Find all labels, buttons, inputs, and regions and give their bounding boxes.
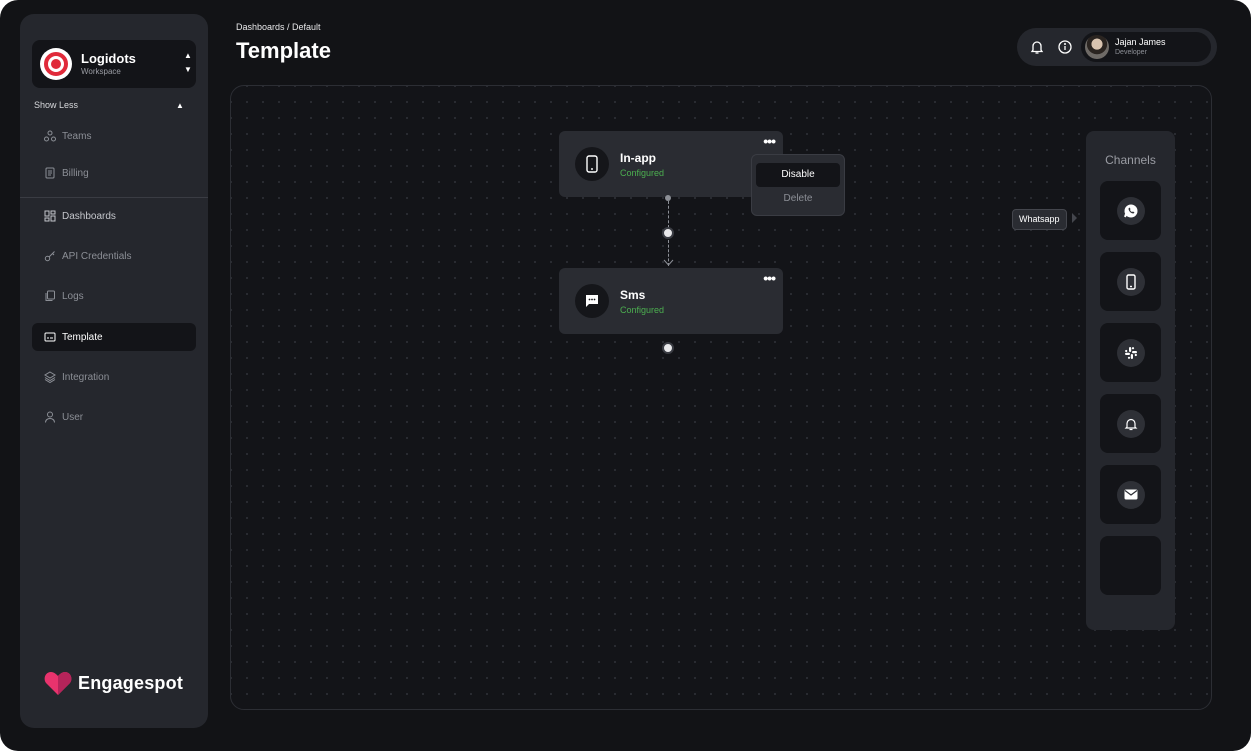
tooltip-tail <box>1072 213 1077 223</box>
breadcrumb: Dashboards / Default <box>236 22 321 32</box>
channel-email[interactable] <box>1100 465 1161 524</box>
template-icon <box>44 332 56 342</box>
billing-icon <box>45 167 55 179</box>
user-name: Jajan James <box>1115 37 1166 47</box>
delete-menu-item[interactable]: Delete <box>756 193 840 204</box>
more-options-icon[interactable]: ••• <box>763 133 776 149</box>
phone-icon <box>1116 267 1145 296</box>
workspace-switcher[interactable]: Logidots Workspace ▲ ▼ <box>32 40 196 88</box>
show-less-toggle[interactable]: Show Less <box>34 100 78 110</box>
chat-icon <box>575 284 609 318</box>
slack-icon <box>1116 338 1145 367</box>
key-icon <box>44 251 55 262</box>
user-icon <box>45 411 55 423</box>
workspace-name: Logidots <box>81 51 136 66</box>
channels-panel: Channels <box>1086 131 1175 630</box>
disable-menu-item[interactable]: Disable <box>756 163 840 187</box>
channel-in-app[interactable] <box>1100 252 1161 311</box>
bell-icon <box>1116 409 1145 438</box>
workflow-node-in-app[interactable]: In-app Configured ••• <box>559 131 783 197</box>
node-title: In-app <box>620 151 656 165</box>
teams-icon <box>44 130 56 142</box>
user-role: Developer <box>1115 49 1147 56</box>
sidebar-item-api-credentials[interactable]: API Credentials <box>32 242 196 270</box>
sidebar-item-integration[interactable]: Integration <box>32 363 196 391</box>
workspace-subtitle: Workspace <box>81 67 121 76</box>
channel-tooltip: Whatsapp <box>1012 209 1067 230</box>
sidebar-item-teams[interactable]: Teams <box>32 122 196 150</box>
sidebar-item-label: User <box>62 411 84 423</box>
more-options-icon[interactable]: ••• <box>763 270 776 286</box>
whatsapp-icon <box>1116 196 1145 225</box>
app-window: Logidots Workspace ▲ ▼ Show Less ▲ Teams… <box>0 0 1251 751</box>
sidebar-item-template[interactable]: Template <box>32 323 196 351</box>
phone-icon <box>575 147 609 181</box>
dashboards-icon <box>44 210 56 222</box>
sidebar-item-label: Template <box>62 331 103 343</box>
bell-icon[interactable] <box>1029 39 1045 55</box>
channel-whatsapp[interactable] <box>1100 181 1161 240</box>
workflow-node-sms[interactable]: Sms Configured ••• <box>559 268 783 334</box>
channel-push[interactable] <box>1100 394 1161 453</box>
sidebar-item-dashboards[interactable]: Dashboards <box>32 202 196 230</box>
node-title: Sms <box>620 288 646 302</box>
mail-icon <box>1116 480 1145 509</box>
info-icon[interactable] <box>1057 39 1073 55</box>
sidebar-item-logs[interactable]: Logs <box>32 282 196 310</box>
channel-slack[interactable] <box>1100 323 1161 382</box>
page-title: Template <box>236 38 331 63</box>
avatar <box>1085 35 1109 59</box>
sidebar-item-label: Billing <box>62 167 89 179</box>
brand-name: Engagespot <box>78 672 184 693</box>
sidebar-item-billing[interactable]: Billing <box>32 159 196 187</box>
node-context-menu: Disable Delete <box>751 154 845 216</box>
layers-icon <box>44 371 56 383</box>
node-status: Configured <box>620 168 665 178</box>
workspace-logo <box>40 48 72 80</box>
sidebar-divider <box>20 197 208 198</box>
sidebar-item-label: Integration <box>62 371 110 383</box>
logs-icon <box>45 290 55 301</box>
channel-empty-slot[interactable] <box>1100 536 1161 595</box>
caret-up-icon[interactable]: ▲ <box>176 101 184 110</box>
sidebar-item-user[interactable]: User <box>32 403 196 431</box>
connector-line <box>668 201 669 228</box>
sidebar-item-label: Teams <box>62 130 92 142</box>
sidebar-item-label: API Credentials <box>62 250 132 262</box>
node-status: Configured <box>620 305 665 315</box>
caret-down-icon: ▼ <box>184 65 192 74</box>
arrow-down-icon <box>663 259 674 266</box>
sidebar: Logidots Workspace ▲ ▼ Show Less ▲ Teams… <box>20 14 208 728</box>
channels-title: Channels <box>1105 153 1156 167</box>
user-menu[interactable]: Jajan James Developer <box>1081 32 1211 62</box>
user-toolbar: Jajan James Developer <box>1017 28 1217 66</box>
add-step-handle[interactable] <box>662 342 674 354</box>
heart-logo-icon <box>44 672 72 695</box>
caret-up-icon: ▲ <box>184 51 192 60</box>
add-step-handle[interactable] <box>662 227 674 239</box>
sidebar-item-label: Logs <box>62 290 84 302</box>
brand-logo: Engagespot <box>44 670 183 696</box>
sidebar-item-label: Dashboards <box>62 210 116 222</box>
